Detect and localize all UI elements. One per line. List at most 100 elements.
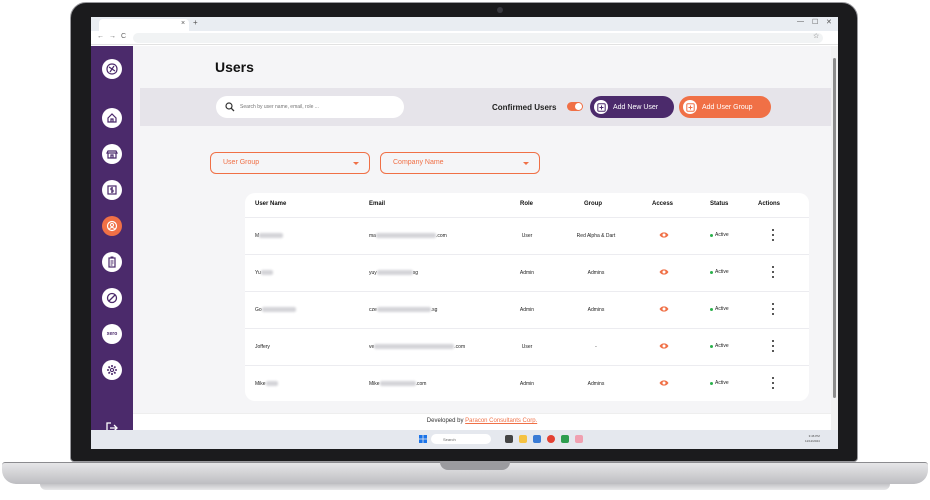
email-start: ma: [369, 233, 376, 239]
confirmed-users-toggle[interactable]: [567, 102, 583, 111]
dollar-icon: [107, 185, 117, 195]
group-cell: -: [595, 344, 597, 350]
status-badge: Active: [710, 380, 729, 386]
taskbar-clock[interactable]: 3:46 PM 11/12/2024: [805, 434, 820, 444]
row-actions-menu-icon[interactable]: [771, 229, 775, 241]
view-access-icon[interactable]: [659, 305, 669, 313]
sidebar-item-blocked[interactable]: [102, 288, 122, 308]
sidebar-item-home[interactable]: [102, 108, 122, 128]
status-label: Active: [715, 306, 729, 312]
sidebar: xero: [91, 46, 133, 434]
sidebar-item-users[interactable]: [102, 216, 122, 236]
sidebar-item-settings[interactable]: [102, 360, 122, 380]
column-header-status[interactable]: Status: [710, 201, 728, 207]
email-cell: ve .com: [369, 344, 465, 350]
email-end: .com: [415, 381, 427, 387]
user-name-cell: Mike: [255, 381, 278, 387]
sidebar-item-store[interactable]: [102, 144, 122, 164]
row-actions-menu-icon[interactable]: [771, 266, 775, 278]
window-close-icon[interactable]: ✕: [826, 18, 832, 26]
user-name: Yu: [255, 270, 261, 276]
view-access-icon[interactable]: [659, 379, 669, 387]
table-row[interactable]: M ma .com User Red Alpha & Dart Active: [245, 217, 809, 254]
tab-close-icon[interactable]: ×: [181, 20, 185, 27]
row-actions-menu-icon[interactable]: [771, 377, 775, 389]
email-start: yuy: [369, 270, 377, 276]
sidebar-item-reports[interactable]: [102, 252, 122, 272]
app-icon[interactable]: [575, 435, 583, 443]
footer-prefix: Developed by: [426, 418, 464, 424]
view-access-icon[interactable]: [659, 268, 669, 276]
status-badge: Active: [710, 232, 729, 238]
email-start: cze: [369, 307, 377, 313]
column-header-group[interactable]: Group: [584, 201, 602, 207]
role-cell: Admin: [519, 307, 535, 313]
add-user-group-button[interactable]: Add User Group: [679, 96, 771, 118]
sidebar-item-xero[interactable]: xero: [102, 324, 122, 344]
status-dot: [710, 344, 713, 348]
url-input[interactable]: [133, 33, 823, 43]
maximize-icon[interactable]: ☐: [812, 18, 818, 26]
redacted-text: [261, 307, 296, 313]
add-new-user-button[interactable]: Add New User: [590, 96, 674, 118]
sidebar-item-billing[interactable]: [102, 180, 122, 200]
forward-icon[interactable]: →: [109, 33, 116, 40]
page-scrollbar[interactable]: [831, 46, 838, 430]
excel-icon[interactable]: [561, 435, 569, 443]
app-logo[interactable]: [102, 59, 122, 79]
laptop-notch: [440, 462, 510, 470]
windows-start-icon[interactable]: [419, 435, 427, 443]
clipboard-icon: [108, 256, 116, 268]
confirmed-users-label: Confirmed Users: [492, 103, 557, 112]
taskbar-search[interactable]: Search: [431, 434, 491, 444]
view-access-icon[interactable]: [659, 231, 669, 239]
table-row[interactable]: Mike Mike .com Admin Admins Active: [245, 365, 809, 402]
scrollbar-thumb[interactable]: [833, 58, 836, 398]
bookmark-star-icon[interactable]: ☆: [813, 32, 819, 40]
address-bar: ← → C ☆: [91, 31, 838, 45]
company-name-dropdown[interactable]: Company Name: [380, 152, 540, 174]
settings-app-icon[interactable]: [533, 435, 541, 443]
file-explorer-icon[interactable]: [519, 435, 527, 443]
email-end: .sg: [430, 307, 438, 313]
user-group-dropdown[interactable]: User Group: [210, 152, 370, 174]
group-cell: Admins: [587, 307, 605, 313]
minimize-icon[interactable]: —: [797, 18, 804, 25]
back-icon[interactable]: ←: [97, 33, 104, 40]
add-new-user-label: Add New User: [613, 103, 659, 111]
column-header-actions[interactable]: Actions: [758, 201, 780, 207]
status-label: Active: [715, 269, 729, 275]
column-header-email[interactable]: Email: [369, 201, 385, 207]
new-tab-icon[interactable]: +: [193, 18, 198, 27]
column-header-role[interactable]: Role: [520, 201, 533, 207]
table-row[interactable]: Go cze .sg Admin Admins Active: [245, 291, 809, 328]
search-input[interactable]: [240, 100, 398, 114]
view-access-icon[interactable]: [659, 342, 669, 350]
status-dot: [710, 381, 713, 385]
webcam: [497, 7, 503, 13]
task-view-icon[interactable]: [505, 435, 513, 443]
row-actions-menu-icon[interactable]: [771, 303, 775, 315]
user-name: Joffery: [255, 344, 270, 350]
user-group-dropdown-label: User Group: [223, 159, 260, 166]
page-title: Users: [215, 59, 254, 75]
reload-icon[interactable]: C: [121, 33, 126, 40]
taskbar-search-label: Search: [443, 437, 456, 442]
footer-company-link[interactable]: Paracon Consultants Corp.: [465, 418, 537, 424]
role-cell: User: [521, 344, 533, 350]
column-header-user-name[interactable]: User Name: [255, 201, 286, 207]
add-group-plus-icon: [683, 100, 697, 114]
search-box[interactable]: [216, 96, 404, 118]
column-header-access[interactable]: Access: [652, 201, 673, 207]
group-cell: Admins: [587, 381, 605, 387]
footer: Developed by Paracon Consultants Corp.: [133, 413, 831, 430]
table-row[interactable]: Joffery ve .com User - Active: [245, 328, 809, 365]
table-row[interactable]: Yu yuy sg Admin Admins Active: [245, 254, 809, 291]
browser-tab[interactable]: ×: [99, 19, 189, 31]
toggle-knob: [575, 103, 582, 110]
row-actions-menu-icon[interactable]: [771, 340, 775, 352]
os-taskbar: Search 3:46 PM 11/12/2024: [91, 430, 838, 449]
chrome-icon[interactable]: [547, 435, 555, 443]
redacted-text: [265, 381, 278, 387]
toolbar: Confirmed Users Add New User Add User Gr…: [140, 88, 831, 126]
